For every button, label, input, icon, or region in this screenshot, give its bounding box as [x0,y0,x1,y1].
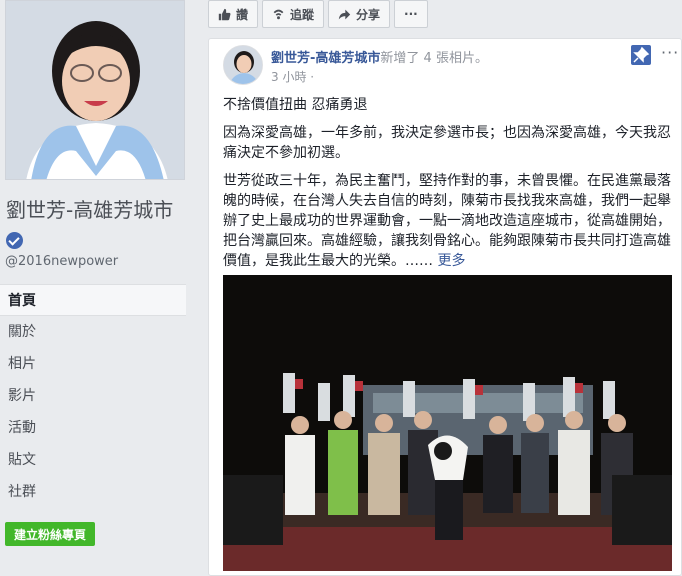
follow-label: 追蹤 [290,7,315,22]
pinned-post-icon[interactable] [631,45,651,65]
post-photo-image [223,275,672,571]
post-action-text: 新增了 4 張相片。 [380,51,488,66]
share-arrow-icon [338,9,351,19]
post-photo[interactable] [223,275,672,571]
post-author-link[interactable]: 劉世芳-高雄芳城市 [271,51,380,66]
thumbs-up-icon [218,8,231,20]
nav-item-about[interactable]: 關於 [0,316,186,348]
share-button[interactable]: 分享 [328,0,391,28]
nav-item-photos[interactable]: 相片 [0,348,186,380]
follow-button[interactable]: 追蹤 [262,0,325,28]
profile-photo[interactable] [5,0,185,180]
more-options-label: ··· [404,7,418,21]
verified-badge-icon [6,232,23,249]
post-header: 劉世芳-高雄芳城市新增了 4 張相片。 [271,47,488,66]
nav-item-community[interactable]: 社群 [0,476,186,508]
post-timestamp[interactable]: 3 小時 · [271,68,314,85]
post-title: 不捨價值扭曲 忍痛勇退 [223,97,368,113]
avatar-image [224,46,262,84]
page-handle[interactable]: @2016newpower [5,254,118,269]
page-name[interactable]: 劉世芳-高雄芳城市 [6,195,186,255]
page-name-text: 劉世芳-高雄芳城市 [6,198,174,222]
pin-icon [633,46,650,63]
like-label: 讚 [236,7,249,22]
post-card: 劉世芳-高雄芳城市新增了 4 張相片。 3 小時 · ··· 不捨價值扭曲 忍痛… [208,38,682,576]
post-options-icon[interactable]: ··· [661,43,679,62]
nav-item-posts[interactable]: 貼文 [0,444,186,476]
page-nav: 首頁 關於 相片 影片 活動 貼文 社群 [0,284,186,508]
follow-icon [273,9,284,19]
profile-photo-image [6,1,184,179]
nav-item-events[interactable]: 活動 [0,412,186,444]
more-options-button[interactable]: ··· [394,0,428,28]
post-paragraph-1: 因為深愛高雄，一年多前，我決定參選市長；也因為深愛高雄，今天我忍痛決定不參加初選… [223,125,671,161]
like-button[interactable]: 讚 [208,0,259,28]
nav-item-home[interactable]: 首頁 [0,284,186,316]
create-page-button[interactable]: 建立粉絲專頁 [5,522,96,546]
post-paragraph-2: 世芳從政三十年，為民主奮鬥，堅持作對的事，未曾畏懼。在民進黨最落魄的時候，在台灣… [223,171,671,271]
left-sidebar: 劉世芳-高雄芳城市 @2016newpower 首頁 關於 相片 影片 活動 貼… [0,0,198,576]
nav-item-videos[interactable]: 影片 [0,380,186,412]
post-text: 不捨價值扭曲 忍痛勇退 因為深愛高雄，一年多前，我決定參選市長；也因為深愛高雄，… [223,95,671,279]
see-more-link[interactable]: 更多 [437,253,465,269]
share-label: 分享 [356,7,381,22]
page-action-bar: 讚 追蹤 分享 ··· [208,0,428,28]
post-author-avatar[interactable] [223,45,263,85]
